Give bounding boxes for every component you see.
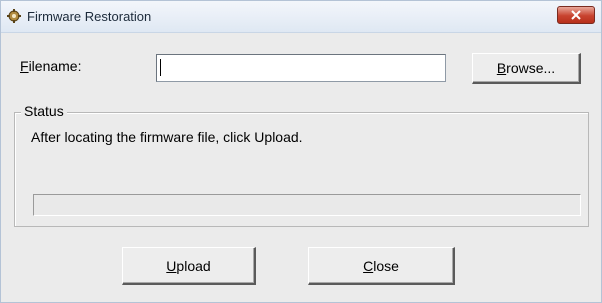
firmware-restoration-dialog: Firmware Restoration Filename: Browse...… <box>0 0 602 303</box>
close-button-label: lose <box>373 257 399 274</box>
browse-button-label: rowse... <box>506 60 556 76</box>
upload-progress-bar <box>33 194 581 216</box>
filename-label-mnemonic: F <box>20 58 29 74</box>
browse-button-mnemonic: B <box>496 60 507 76</box>
upload-button-label: pload <box>176 257 211 274</box>
browse-button[interactable]: Browse... <box>472 53 581 84</box>
close-button[interactable]: Close <box>308 247 455 285</box>
firmware-restoration-app-icon <box>6 8 22 24</box>
filename-label: Filename: <box>20 58 81 74</box>
title-bar[interactable]: Firmware Restoration <box>1 1 601 33</box>
filename-input[interactable] <box>156 54 446 82</box>
filename-label-text: ilename: <box>28 58 82 74</box>
upload-button[interactable]: Upload <box>122 247 256 285</box>
upload-button-mnemonic: U <box>166 257 177 274</box>
window-close-button[interactable] <box>557 6 595 24</box>
status-message: After locating the firmware file, click … <box>31 129 303 145</box>
window-title: Firmware Restoration <box>27 9 152 24</box>
close-button-mnemonic: C <box>363 257 374 274</box>
close-x-icon <box>571 10 581 20</box>
text-caret <box>160 59 161 76</box>
status-group-label: Status <box>21 103 67 119</box>
